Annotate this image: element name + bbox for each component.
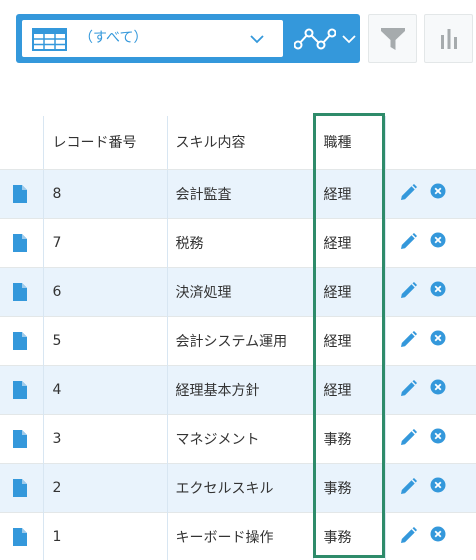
- delete-circle-icon[interactable]: [430, 526, 446, 542]
- job-cell: 事務: [312, 414, 386, 463]
- record-number-cell: 6: [42, 267, 168, 316]
- graph-dropdown-button[interactable]: [288, 20, 360, 57]
- job-cell: 経理: [312, 267, 386, 316]
- pencil-icon[interactable]: [399, 183, 417, 202]
- record-number-cell: 3: [42, 414, 168, 463]
- table-header-row: レコード番号 スキル内容 職種: [0, 116, 476, 170]
- header-skill[interactable]: スキル内容: [166, 116, 314, 170]
- detail-cell[interactable]: [0, 218, 44, 267]
- table-row: 5 会計システム運用 経理: [0, 316, 476, 365]
- delete-circle-icon[interactable]: [430, 379, 446, 395]
- pencil-icon[interactable]: [399, 330, 417, 349]
- job-cell: 事務: [312, 463, 386, 512]
- record-list-table: レコード番号 スキル内容 職種 8 会計監査 経理 7 税務 経理 6 決済処理 経理 5 会計シス…: [0, 116, 476, 560]
- detail-cell[interactable]: [0, 414, 44, 463]
- document-icon[interactable]: [13, 233, 27, 252]
- bar-chart-icon: [441, 29, 457, 49]
- view-select-label: （すべて）: [79, 30, 148, 46]
- record-number-cell: 2: [42, 463, 168, 512]
- skill-cell: 会計監査: [166, 169, 314, 218]
- header-record-number[interactable]: レコード番号: [42, 116, 168, 170]
- document-icon[interactable]: [13, 282, 27, 301]
- skill-cell: 経理基本方針: [166, 365, 314, 414]
- document-icon[interactable]: [13, 478, 27, 497]
- delete-circle-icon[interactable]: [430, 428, 446, 444]
- delete-circle-icon[interactable]: [430, 183, 446, 199]
- job-cell: 経理: [312, 316, 386, 365]
- detail-cell[interactable]: [0, 316, 44, 365]
- filter-button[interactable]: [368, 14, 417, 63]
- detail-cell[interactable]: [0, 512, 44, 560]
- document-icon[interactable]: [13, 429, 27, 448]
- actions-cell: [384, 218, 476, 267]
- document-icon[interactable]: [13, 331, 27, 350]
- document-icon[interactable]: [13, 184, 27, 203]
- job-cell: 経理: [312, 169, 386, 218]
- pencil-icon[interactable]: [399, 232, 417, 251]
- actions-cell: [384, 169, 476, 218]
- table-row: 7 税務 経理: [0, 218, 476, 267]
- detail-cell[interactable]: [0, 463, 44, 512]
- pencil-icon[interactable]: [399, 428, 417, 447]
- document-icon[interactable]: [13, 527, 27, 546]
- line-graph-icon: [294, 28, 336, 50]
- actions-cell: [384, 267, 476, 316]
- job-cell: 経理: [312, 218, 386, 267]
- skill-cell: エクセルスキル: [166, 463, 314, 512]
- actions-cell: [384, 414, 476, 463]
- table-row: 4 経理基本方針 経理: [0, 365, 476, 414]
- delete-circle-icon[interactable]: [430, 232, 446, 248]
- delete-circle-icon[interactable]: [430, 330, 446, 346]
- view-selector[interactable]: （すべて）: [22, 20, 283, 57]
- skill-cell: 税務: [166, 218, 314, 267]
- pencil-icon[interactable]: [399, 477, 417, 496]
- detail-cell[interactable]: [0, 169, 44, 218]
- actions-cell: [384, 512, 476, 560]
- table-icon: [32, 28, 67, 51]
- record-number-cell: 8: [42, 169, 168, 218]
- chevron-down-icon: [342, 35, 356, 44]
- skill-cell: マネジメント: [166, 414, 314, 463]
- job-cell: 経理: [312, 365, 386, 414]
- chart-button[interactable]: [424, 14, 473, 63]
- pencil-icon[interactable]: [399, 281, 417, 300]
- chevron-down-icon: [250, 35, 264, 44]
- table-row: 6 決済処理 経理: [0, 267, 476, 316]
- header-job[interactable]: 職種: [312, 116, 386, 170]
- table-row: 3 マネジメント 事務: [0, 414, 476, 463]
- detail-cell[interactable]: [0, 267, 44, 316]
- table-row: 8 会計監査 経理: [0, 169, 476, 218]
- table-row: 2 エクセルスキル 事務: [0, 463, 476, 512]
- document-icon[interactable]: [13, 380, 27, 399]
- skill-cell: 会計システム運用: [166, 316, 314, 365]
- record-number-cell: 5: [42, 316, 168, 365]
- record-number-cell: 1: [42, 512, 168, 560]
- view-toolbar: （すべて）: [16, 14, 360, 63]
- delete-circle-icon[interactable]: [430, 281, 446, 297]
- actions-cell: [384, 463, 476, 512]
- header-actions-cell: [384, 116, 476, 170]
- table-row: 1 キーボード操作 事務: [0, 512, 476, 560]
- pencil-icon[interactable]: [399, 526, 417, 545]
- pencil-icon[interactable]: [399, 379, 417, 398]
- actions-cell: [384, 316, 476, 365]
- actions-cell: [384, 365, 476, 414]
- skill-cell: キーボード操作: [166, 512, 314, 560]
- detail-cell[interactable]: [0, 365, 44, 414]
- record-number-cell: 7: [42, 218, 168, 267]
- funnel-icon: [381, 28, 405, 50]
- delete-circle-icon[interactable]: [430, 477, 446, 493]
- skill-cell: 決済処理: [166, 267, 314, 316]
- job-cell: 事務: [312, 512, 386, 560]
- header-icon-cell: [0, 116, 44, 170]
- record-number-cell: 4: [42, 365, 168, 414]
